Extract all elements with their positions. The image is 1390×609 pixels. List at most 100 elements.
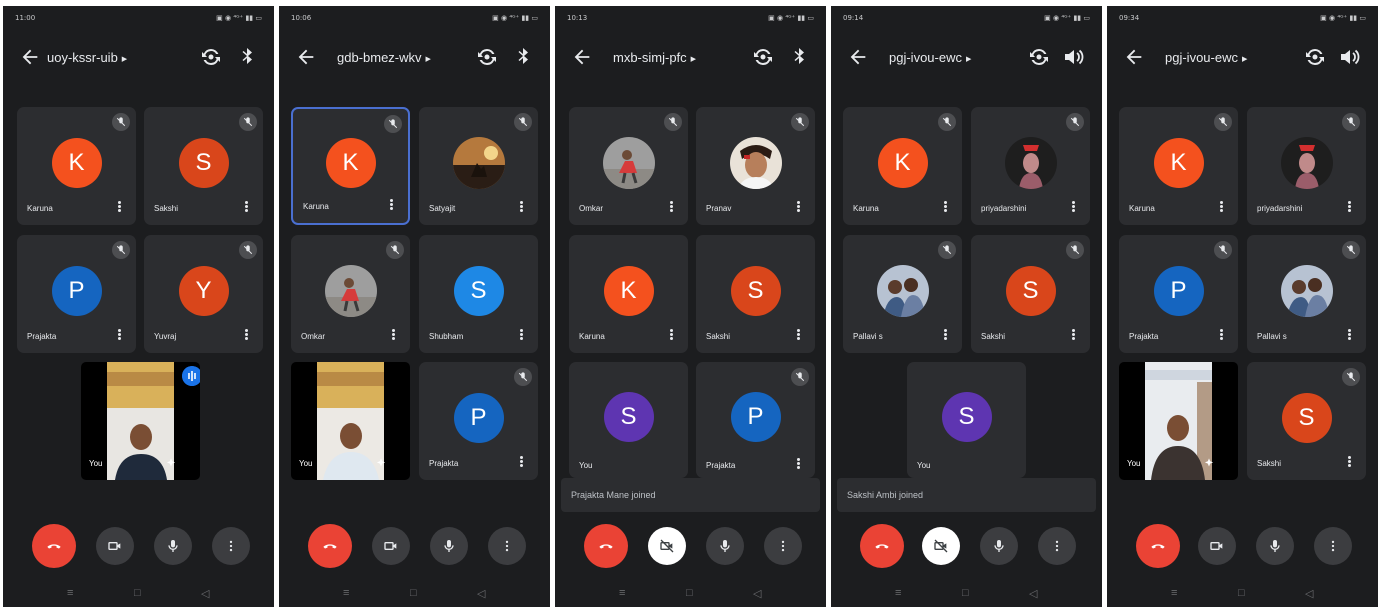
- effects-icon[interactable]: [374, 456, 388, 470]
- back-nav-icon[interactable]: ◁: [753, 587, 761, 600]
- camera-button[interactable]: [96, 527, 134, 565]
- more-options-icon[interactable]: [668, 200, 674, 216]
- effects-icon[interactable]: [1202, 456, 1216, 470]
- participant-tile[interactable]: Omkar: [291, 235, 410, 353]
- more-options-icon[interactable]: [795, 457, 801, 473]
- switch-camera-icon[interactable]: [751, 45, 775, 69]
- more-options-icon[interactable]: [1346, 455, 1352, 471]
- bluetooth-icon[interactable]: [787, 45, 811, 69]
- meeting-code[interactable]: pgj-ivou-ewc ▶: [889, 50, 971, 65]
- more-button[interactable]: [764, 527, 802, 565]
- home-nav-icon[interactable]: □: [686, 587, 693, 599]
- more-options-icon[interactable]: [795, 328, 801, 344]
- participant-tile[interactable]: P Prajakta: [1119, 235, 1238, 353]
- meeting-code[interactable]: mxb-simj-pfc ▶: [613, 50, 696, 65]
- more-options-icon[interactable]: [518, 328, 524, 344]
- more-options-icon[interactable]: [795, 200, 801, 216]
- participant-tile[interactable]: Satyajit: [419, 107, 538, 225]
- meeting-code[interactable]: uoy-kssr-uib ▶: [47, 50, 127, 65]
- participant-tile[interactable]: priyadarshini: [1247, 107, 1366, 225]
- back-arrow-icon[interactable]: [571, 46, 593, 68]
- menu-nav-icon[interactable]: ≡: [895, 587, 901, 599]
- back-arrow-icon[interactable]: [847, 46, 869, 68]
- effects-icon[interactable]: [164, 456, 178, 470]
- back-nav-icon[interactable]: ◁: [1029, 587, 1037, 600]
- mic-button[interactable]: [154, 527, 192, 565]
- home-nav-icon[interactable]: □: [962, 587, 969, 599]
- home-nav-icon[interactable]: □: [410, 587, 417, 599]
- participant-tile[interactable]: K Karuna: [569, 235, 688, 353]
- speaker-icon[interactable]: [1337, 45, 1361, 69]
- participant-tile[interactable]: P Prajakta: [17, 235, 136, 353]
- camera-off-button[interactable]: [922, 527, 960, 565]
- mic-button[interactable]: [706, 527, 744, 565]
- participant-tile[interactable]: K Karuna: [843, 107, 962, 225]
- more-options-icon[interactable]: [668, 328, 674, 344]
- more-options-icon[interactable]: [116, 328, 122, 344]
- more-options-icon[interactable]: [243, 328, 249, 344]
- more-options-icon[interactable]: [1218, 200, 1224, 216]
- menu-nav-icon[interactable]: ≡: [343, 587, 349, 599]
- participant-tile[interactable]: S Sakshi: [1247, 362, 1366, 480]
- switch-camera-icon[interactable]: [1027, 45, 1051, 69]
- participant-tile[interactable]: Pallavi s: [1247, 235, 1366, 353]
- more-options-icon[interactable]: [518, 455, 524, 471]
- more-button[interactable]: [488, 527, 526, 565]
- more-options-icon[interactable]: [942, 328, 948, 344]
- self-view[interactable]: You: [291, 362, 410, 480]
- back-arrow-icon[interactable]: [19, 46, 41, 68]
- more-options-icon[interactable]: [518, 200, 524, 216]
- self-view[interactable]: You: [81, 362, 200, 480]
- more-options-icon[interactable]: [1346, 328, 1352, 344]
- end-call-button[interactable]: [32, 524, 76, 568]
- speaker-icon[interactable]: [1061, 45, 1085, 69]
- camera-off-button[interactable]: [648, 527, 686, 565]
- mic-button[interactable]: [980, 527, 1018, 565]
- mic-button[interactable]: [430, 527, 468, 565]
- menu-nav-icon[interactable]: ≡: [1171, 587, 1177, 599]
- more-options-icon[interactable]: [1346, 200, 1352, 216]
- back-nav-icon[interactable]: ◁: [201, 587, 209, 600]
- bluetooth-icon[interactable]: [235, 45, 259, 69]
- end-call-button[interactable]: [1136, 524, 1180, 568]
- end-call-button[interactable]: [860, 524, 904, 568]
- more-button[interactable]: [1038, 527, 1076, 565]
- more-button[interactable]: [1314, 527, 1352, 565]
- home-nav-icon[interactable]: □: [1238, 587, 1245, 599]
- camera-button[interactable]: [372, 527, 410, 565]
- self-view[interactable]: You: [1119, 362, 1238, 480]
- end-call-button[interactable]: [584, 524, 628, 568]
- end-call-button[interactable]: [308, 524, 352, 568]
- participant-tile-self[interactable]: S You: [907, 362, 1026, 478]
- participant-tile[interactable]: S Sakshi: [144, 107, 263, 225]
- meeting-code[interactable]: pgj-ivou-ewc ▶: [1165, 50, 1247, 65]
- switch-camera-icon[interactable]: [1303, 45, 1327, 69]
- more-options-icon[interactable]: [1070, 328, 1076, 344]
- participant-tile[interactable]: P Prajakta: [696, 362, 815, 478]
- camera-button[interactable]: [1198, 527, 1236, 565]
- back-nav-icon[interactable]: ◁: [1305, 587, 1313, 600]
- participant-tile[interactable]: Pallavi s: [843, 235, 962, 353]
- menu-nav-icon[interactable]: ≡: [619, 587, 625, 599]
- participant-tile[interactable]: Omkar: [569, 107, 688, 225]
- participant-tile[interactable]: P Prajakta: [419, 362, 538, 480]
- meeting-code[interactable]: gdb-bmez-wkv ▶: [337, 50, 431, 65]
- participant-tile[interactable]: S Shubham: [419, 235, 538, 353]
- more-options-icon[interactable]: [1218, 328, 1224, 344]
- more-options-icon[interactable]: [243, 200, 249, 216]
- participant-tile[interactable]: S Sakshi: [971, 235, 1090, 353]
- participant-tile-self[interactable]: S You: [569, 362, 688, 478]
- more-button[interactable]: [212, 527, 250, 565]
- home-nav-icon[interactable]: □: [134, 587, 141, 599]
- bluetooth-icon[interactable]: [511, 45, 535, 69]
- switch-camera-icon[interactable]: [475, 45, 499, 69]
- more-options-icon[interactable]: [390, 328, 396, 344]
- participant-tile[interactable]: Pranav: [696, 107, 815, 225]
- back-nav-icon[interactable]: ◁: [477, 587, 485, 600]
- participant-tile[interactable]: priyadarshini: [971, 107, 1090, 225]
- participant-tile[interactable]: K Karuna: [1119, 107, 1238, 225]
- participant-tile[interactable]: K Karuna: [17, 107, 136, 225]
- participant-tile[interactable]: K Karuna: [291, 107, 410, 225]
- participant-tile[interactable]: Y Yuvraj: [144, 235, 263, 353]
- back-arrow-icon[interactable]: [295, 46, 317, 68]
